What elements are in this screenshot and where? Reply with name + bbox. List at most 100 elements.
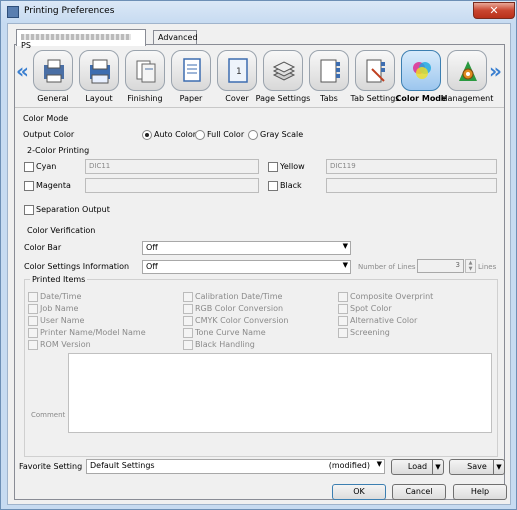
color-bar-label: Color Bar (24, 243, 62, 252)
scroll-right-arrow[interactable]: » (489, 59, 502, 83)
category-paper[interactable] (171, 50, 211, 91)
save-button[interactable]: Save ▼ (449, 459, 505, 475)
title-bar: Printing Preferences ✕ (1, 1, 516, 23)
category-management-label: Management (440, 94, 494, 103)
favorite-setting-select[interactable]: Default Settings (modified) ▼ (86, 459, 385, 474)
paper-icon (183, 58, 201, 82)
screening-checkbox[interactable] (338, 328, 348, 338)
modified-indicator: (modified) (328, 461, 370, 470)
number-of-lines-field[interactable]: 3 (417, 259, 464, 273)
color-mode-icon (413, 62, 431, 79)
category-general[interactable] (33, 50, 73, 91)
favorite-setting-value: Default Settings (90, 461, 155, 470)
yellow-checkbox[interactable] (268, 162, 278, 172)
load-button[interactable]: Load ▼ (391, 459, 444, 475)
separation-output-checkbox[interactable] (24, 205, 34, 215)
spot-color-label: Spot Color (350, 304, 392, 313)
category-tabs[interactable] (309, 50, 349, 91)
magenta-color-field[interactable] (85, 178, 259, 193)
category-cover[interactable]: 1 (217, 50, 257, 91)
black-handling-label: Black Handling (195, 340, 255, 349)
management-icon (459, 61, 477, 81)
printed-items-title: Printed Items (30, 275, 88, 284)
two-color-printing-title: 2-Color Printing (27, 146, 90, 155)
black-color-field[interactable] (326, 178, 497, 193)
output-color-label: Output Color (23, 130, 75, 139)
alternative-color-checkbox[interactable] (338, 316, 348, 326)
color-verification-title: Color Verification (27, 226, 96, 235)
color-mode-content: Color Mode Output Color Auto Color Full … (15, 107, 504, 499)
user-name-label: User Name (40, 316, 85, 325)
page-settings-icon (272, 61, 296, 81)
printer-name-blurred (21, 33, 131, 40)
category-page-settings[interactable] (263, 50, 303, 91)
separation-output-label: Separation Output (36, 205, 110, 214)
yellow-label: Yellow (280, 162, 305, 171)
date-time-checkbox[interactable] (28, 292, 38, 302)
color-settings-info-select[interactable]: Off ▼ (142, 260, 351, 274)
full-color-radio[interactable] (195, 130, 205, 140)
dropdown-arrow-icon: ▼ (342, 242, 348, 250)
cmyk-conversion-checkbox[interactable] (183, 316, 193, 326)
black-label: Black (280, 181, 302, 190)
rom-version-label: ROM Version (40, 340, 91, 349)
color-settings-info-label: Color Settings Information (24, 262, 130, 271)
color-bar-select[interactable]: Off ▼ (142, 241, 351, 255)
spot-color-checkbox[interactable] (338, 304, 348, 314)
printing-preferences-window: Printing Preferences ✕ PS Advanced « Gen… (0, 0, 517, 510)
gray-scale-radio[interactable] (248, 130, 258, 140)
favorite-setting-label: Favorite Setting (19, 462, 83, 471)
tab-ps-label: PS (21, 41, 31, 50)
magenta-checkbox[interactable] (24, 181, 34, 191)
auto-color-radio[interactable] (142, 130, 152, 140)
save-menu-arrow-icon[interactable]: ▼ (493, 460, 504, 474)
cyan-checkbox[interactable] (24, 162, 34, 172)
number-of-lines-label: Number of Lines (358, 263, 416, 271)
calibration-date-checkbox[interactable] (183, 292, 193, 302)
tone-curve-checkbox[interactable] (183, 328, 193, 338)
ok-button[interactable]: OK (332, 484, 386, 500)
category-layout[interactable] (79, 50, 119, 91)
tabs-icon (320, 59, 340, 83)
printer-name-label: Printer Name/Model Name (40, 328, 146, 337)
calibration-date-label: Calibration Date/Time (195, 292, 283, 301)
cyan-color-field[interactable]: DIC11 (85, 159, 259, 174)
tab-advanced[interactable]: Advanced (153, 30, 198, 45)
composite-overprint-label: Composite Overprint (350, 292, 434, 301)
full-color-label: Full Color (207, 130, 245, 139)
tab-settings-icon (366, 59, 385, 83)
tone-curve-label: Tone Curve Name (195, 328, 266, 337)
composite-overprint-checkbox[interactable] (338, 292, 348, 302)
scroll-left-arrow[interactable]: « (16, 59, 29, 83)
job-name-label: Job Name (40, 304, 79, 313)
tab-ps[interactable]: PS (16, 29, 146, 50)
job-name-checkbox[interactable] (28, 304, 38, 314)
rgb-conversion-label: RGB Color Conversion (195, 304, 284, 313)
yellow-color-field[interactable]: DIC119 (326, 159, 497, 174)
number-spinner[interactable]: ▲ ▼ (465, 259, 476, 273)
user-name-checkbox[interactable] (28, 316, 38, 326)
printer-name-checkbox[interactable] (28, 328, 38, 338)
cmyk-conversion-label: CMYK Color Conversion (195, 316, 289, 325)
dropdown-arrow-icon: ▼ (342, 261, 348, 269)
rom-version-checkbox[interactable] (28, 340, 38, 350)
category-color-mode[interactable] (401, 50, 441, 91)
category-finishing[interactable] (125, 50, 165, 91)
help-button[interactable]: Help (453, 484, 507, 500)
color-mode-section-title: Color Mode (23, 114, 69, 123)
category-management[interactable] (447, 50, 487, 91)
cancel-button[interactable]: Cancel (392, 484, 446, 500)
load-menu-arrow-icon[interactable]: ▼ (432, 460, 443, 474)
load-button-label: Load (407, 462, 428, 471)
comment-textarea[interactable] (68, 353, 492, 433)
category-tab-settings[interactable] (355, 50, 395, 91)
date-time-label: Date/Time (40, 292, 82, 301)
black-checkbox[interactable] (268, 181, 278, 191)
auto-color-label: Auto Color (154, 130, 197, 139)
lines-unit-label: Lines (478, 263, 497, 271)
black-handling-checkbox[interactable] (183, 340, 193, 350)
close-button[interactable]: ✕ (473, 2, 515, 19)
rgb-conversion-checkbox[interactable] (183, 304, 193, 314)
dialog-body: PS Advanced « General Layout Finishing P… (7, 23, 511, 505)
color-settings-info-value: Off (146, 262, 158, 271)
